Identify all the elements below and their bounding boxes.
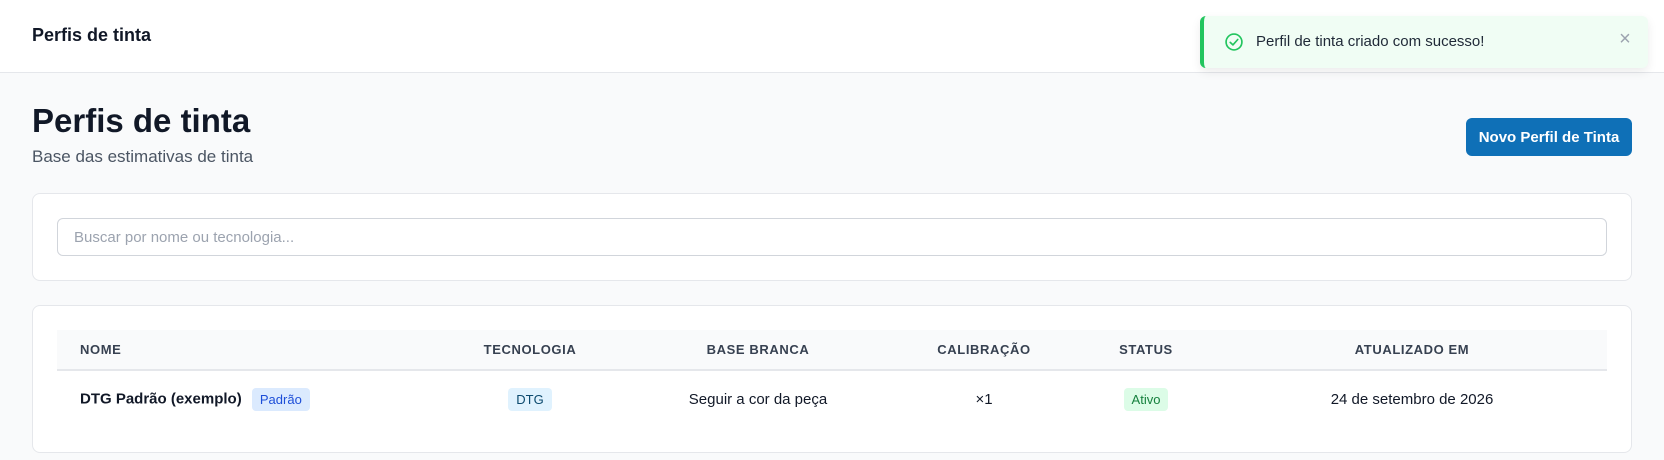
table-row[interactable]: DTG Padrão (exemplo) Padrão DTG Seguir a… xyxy=(57,370,1607,428)
topbar-title: Perfis de tinta xyxy=(32,25,152,45)
white-base-cell: Seguir a cor da peça xyxy=(688,391,828,408)
column-header-technology[interactable]: TECNOLOGIA xyxy=(437,330,623,370)
status-badge: Ativo xyxy=(1123,388,1169,411)
technology-cell: DTG xyxy=(437,370,623,428)
column-header-calibration[interactable]: CALIBRAÇÃO xyxy=(893,330,1075,370)
check-circle-icon xyxy=(1225,33,1243,51)
page-title: Perfis de tinta xyxy=(32,102,251,139)
ink-profiles-table: NOME TECNOLOGIA BASE BRANCA CALIBRAÇÃO S… xyxy=(57,330,1607,428)
column-header-status[interactable]: STATUS xyxy=(1075,330,1217,370)
toast-message: Perfil de tinta criado com sucesso! xyxy=(1256,33,1485,50)
column-header-white-base[interactable]: BASE BRANCA xyxy=(623,330,893,370)
name-cell: DTG Padrão (exemplo) Padrão xyxy=(57,370,437,428)
search-input[interactable] xyxy=(57,218,1607,256)
default-badge: Padrão xyxy=(251,388,310,411)
table-header-row: NOME TECNOLOGIA BASE BRANCA CALIBRAÇÃO S… xyxy=(57,330,1607,370)
close-icon[interactable]: × xyxy=(1614,28,1636,50)
profile-name[interactable]: DTG Padrão (exemplo) xyxy=(80,390,242,407)
success-toast: Perfil de tinta criado com sucesso! × xyxy=(1200,16,1648,68)
search-card xyxy=(32,193,1632,281)
status-cell: Ativo xyxy=(1075,370,1217,428)
column-header-updated-at[interactable]: ATUALIZADO EM xyxy=(1217,330,1607,370)
column-header-name[interactable]: NOME xyxy=(57,330,437,370)
updated-at-cell: 24 de setembro de 2026 xyxy=(1330,391,1494,408)
technology-badge: DTG xyxy=(508,388,552,411)
new-ink-profile-button[interactable]: Novo Perfil de Tinta xyxy=(1466,118,1632,156)
page-subtitle: Base das estimativas de tinta xyxy=(32,147,254,166)
calibration-cell: ×1 xyxy=(975,391,993,408)
table-card: NOME TECNOLOGIA BASE BRANCA CALIBRAÇÃO S… xyxy=(32,305,1632,453)
